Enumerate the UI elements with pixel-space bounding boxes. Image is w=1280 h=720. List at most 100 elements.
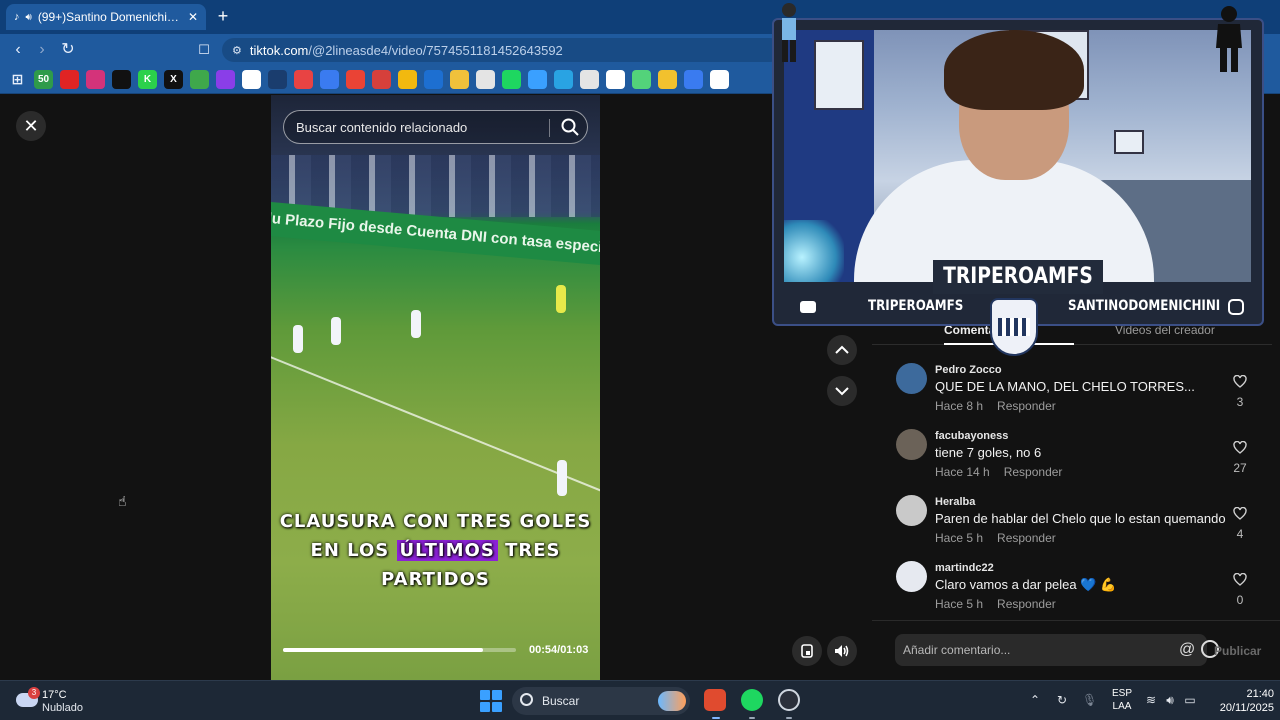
club-crest-icon bbox=[990, 298, 1038, 356]
green-app-icon[interactable] bbox=[190, 70, 209, 89]
video-player[interactable]: lu Plazo Fijo desde Cuenta DNI con tasa … bbox=[271, 95, 600, 680]
spotify-icon[interactable] bbox=[741, 689, 763, 711]
bookmark-icon[interactable]: ☐ bbox=[194, 40, 214, 60]
sync-icon[interactable]: ↻ bbox=[1055, 693, 1069, 707]
badge-50-icon[interactable]: 50 bbox=[34, 70, 53, 89]
reply-button[interactable]: Responder bbox=[997, 597, 1056, 611]
spotify-icon[interactable] bbox=[502, 70, 521, 89]
search-icon bbox=[520, 693, 533, 706]
game-icon[interactable] bbox=[606, 70, 625, 89]
instagram-icon bbox=[1228, 299, 1244, 315]
next-video-button[interactable] bbox=[827, 376, 857, 406]
app-icon[interactable] bbox=[778, 689, 800, 711]
comment-time: Hace 5 h bbox=[935, 597, 984, 611]
avatar[interactable] bbox=[896, 429, 927, 460]
start-button[interactable] bbox=[480, 690, 502, 712]
chevron-up-icon bbox=[835, 345, 849, 354]
paypal-icon[interactable] bbox=[424, 70, 443, 89]
mention-icon[interactable]: @ bbox=[1179, 642, 1195, 658]
pip-button[interactable] bbox=[792, 636, 822, 666]
edge-icon[interactable] bbox=[554, 70, 573, 89]
dropbox-icon[interactable] bbox=[632, 70, 651, 89]
site-settings-icon[interactable]: ⚙ bbox=[232, 44, 242, 57]
forward-button[interactable]: › bbox=[32, 40, 52, 60]
brave-browser-icon[interactable] bbox=[704, 689, 726, 711]
language-indicator[interactable]: ESP LAA bbox=[1110, 687, 1134, 713]
google-icon[interactable] bbox=[710, 70, 729, 89]
microphone-icon[interactable]: 🎙︎ bbox=[1082, 693, 1097, 707]
related-search-input[interactable]: Buscar contenido relacionado bbox=[283, 110, 588, 144]
caption-line-2: EN LOS ÚLTIMOS TRES bbox=[271, 536, 600, 565]
twitch-icon[interactable] bbox=[216, 70, 235, 89]
avatar[interactable] bbox=[896, 363, 927, 394]
video-progress-bar[interactable] bbox=[283, 648, 516, 652]
publish-button[interactable]: Publicar bbox=[1214, 644, 1261, 658]
openai-icon[interactable] bbox=[580, 70, 599, 89]
comment-username[interactable]: facubayoness bbox=[935, 430, 1008, 442]
comment-username[interactable]: Pedro Zocco bbox=[935, 364, 1002, 376]
youtube-icon[interactable] bbox=[60, 70, 79, 89]
chart-icon[interactable] bbox=[372, 70, 391, 89]
like-count: 27 bbox=[1233, 461, 1247, 475]
like-button[interactable]: 4 bbox=[1230, 506, 1250, 541]
volume-icon bbox=[835, 645, 849, 657]
search-icon[interactable] bbox=[560, 117, 580, 137]
like-count: 4 bbox=[1236, 527, 1244, 541]
battery-icon[interactable]: ▭ bbox=[1183, 693, 1197, 707]
neon-light bbox=[784, 220, 844, 282]
caption-highlight: ÚLTIMOS bbox=[396, 540, 498, 561]
download-icon[interactable] bbox=[528, 70, 547, 89]
address-bar[interactable]: ⚙ tiktok.com/@2lineasde4/video/757455118… bbox=[222, 38, 782, 62]
comment-username[interactable]: Heralba bbox=[935, 496, 975, 508]
like-count: 0 bbox=[1236, 593, 1244, 607]
back-button[interactable]: ‹ bbox=[8, 40, 28, 60]
heart-icon bbox=[1233, 440, 1247, 454]
google-icon[interactable] bbox=[242, 70, 261, 89]
apps-grid-icon[interactable]: ⊞ bbox=[8, 70, 27, 89]
new-tab-button[interactable]: + bbox=[214, 6, 232, 26]
chevron-down-icon bbox=[835, 387, 849, 396]
comment-time: Hace 5 h bbox=[935, 531, 984, 545]
avatar[interactable] bbox=[896, 561, 927, 592]
like-button[interactable]: 0 bbox=[1230, 572, 1250, 607]
docs-icon[interactable] bbox=[320, 70, 339, 89]
news-icon[interactable] bbox=[450, 70, 469, 89]
comment-meta: Hace 14 h Responder bbox=[935, 465, 1076, 479]
add-comment-input[interactable]: Añadir comentario... @ bbox=[895, 634, 1219, 666]
like-button[interactable]: 3 bbox=[1230, 374, 1250, 409]
red-app-icon[interactable] bbox=[294, 70, 313, 89]
speaker-icon[interactable]: 🔊︎ bbox=[1163, 693, 1177, 707]
like-button[interactable]: 27 bbox=[1230, 440, 1250, 475]
weather-widget[interactable]: 3 17°C Nublado bbox=[14, 687, 124, 717]
wifi-icon[interactable]: ≋ bbox=[1144, 693, 1158, 707]
grid-app-icon[interactable] bbox=[476, 70, 495, 89]
layers-icon[interactable] bbox=[684, 70, 703, 89]
comment-username[interactable]: martindc22 bbox=[935, 562, 994, 574]
comment-item: Heralba Paren de hablar del Chelo que lo … bbox=[872, 481, 1252, 545]
kick-icon[interactable]: K bbox=[138, 70, 157, 89]
caption-text: TRES bbox=[497, 540, 561, 561]
reply-button[interactable]: Responder bbox=[1004, 465, 1063, 479]
chevron-up-icon[interactable]: ⌃ bbox=[1028, 693, 1042, 707]
gmail-icon[interactable] bbox=[346, 70, 365, 89]
tiktok-icon: ♪ bbox=[14, 11, 20, 23]
drive-icon[interactable] bbox=[658, 70, 677, 89]
instagram-icon[interactable] bbox=[86, 70, 105, 89]
x-icon[interactable]: X bbox=[164, 70, 183, 89]
close-tab-icon[interactable]: ✕ bbox=[188, 10, 198, 24]
avatar[interactable] bbox=[896, 495, 927, 526]
tiktok-icon[interactable] bbox=[112, 70, 131, 89]
previous-video-button[interactable] bbox=[827, 335, 857, 365]
keep-icon[interactable] bbox=[398, 70, 417, 89]
reply-button[interactable]: Responder bbox=[997, 399, 1056, 413]
player-figure bbox=[411, 310, 421, 338]
taskbar-search[interactable]: Buscar bbox=[512, 687, 690, 715]
close-video-button[interactable]: ✕ bbox=[16, 111, 46, 141]
system-clock[interactable]: 21:40 20/11/2025 bbox=[1204, 687, 1274, 715]
reply-button[interactable]: Responder bbox=[997, 531, 1056, 545]
volume-button[interactable] bbox=[827, 636, 857, 666]
steam-icon[interactable] bbox=[268, 70, 287, 89]
browser-tab-active[interactable]: ♪ 🔊︎ (99+)Santino Domenichini (@ ✕ bbox=[6, 4, 206, 30]
reload-button[interactable]: ↻ bbox=[58, 40, 78, 60]
clock-time: 21:40 bbox=[1246, 688, 1274, 700]
